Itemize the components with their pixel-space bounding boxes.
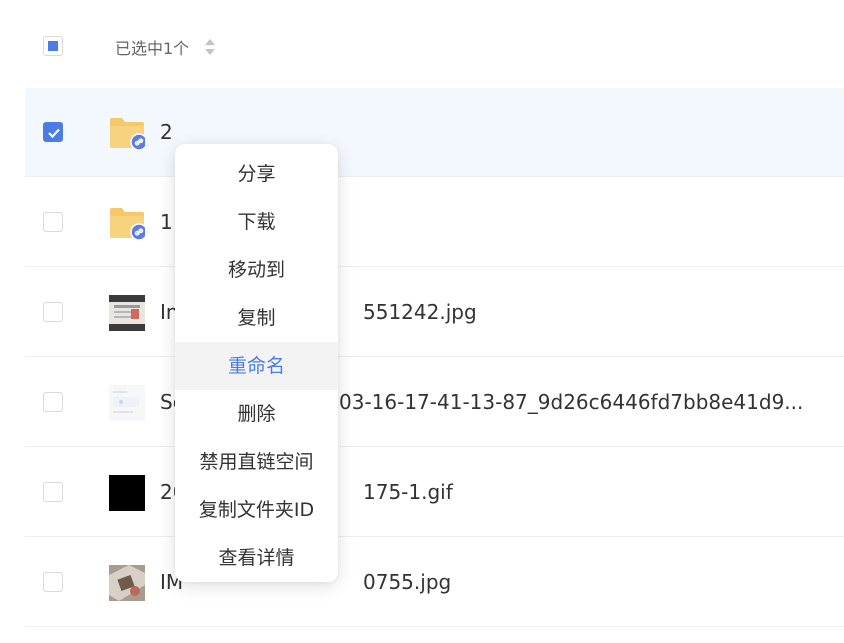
table-row[interactable]: 20 175-1.gif: [25, 448, 844, 537]
menu-item-move-to[interactable]: 移动到: [175, 246, 338, 294]
row-checkbox[interactable]: [43, 122, 63, 142]
file-name[interactable]: 2: [160, 120, 173, 144]
row-checkbox[interactable]: [43, 572, 63, 592]
menu-item-download[interactable]: 下载: [175, 198, 338, 246]
file-name-suffix[interactable]: 0755.jpg: [363, 570, 451, 594]
menu-item-share[interactable]: 分享: [175, 150, 338, 198]
table-row[interactable]: Sc 03-16-17-41-13-87_9d26c6446fd7bb8e41d…: [25, 358, 844, 447]
file-name[interactable]: 1: [160, 210, 173, 234]
image-thumbnail-icon: [109, 295, 145, 331]
context-menu: 分享 下载 移动到 复制 重命名 删除 禁用直链空间 复制文件夹ID 查看详情: [175, 144, 338, 582]
table-row[interactable]: In 551242.jpg: [25, 268, 844, 357]
image-thumbnail-icon: [109, 565, 145, 601]
table-row[interactable]: 2: [25, 88, 844, 177]
menu-item-delete[interactable]: 删除: [175, 390, 338, 438]
folder-link-icon: [110, 208, 145, 241]
row-checkbox[interactable]: [43, 212, 63, 232]
image-thumbnail-icon: [109, 475, 145, 511]
menu-item-copy[interactable]: 复制: [175, 294, 338, 342]
menu-item-view-details[interactable]: 查看详情: [175, 534, 338, 582]
table-row[interactable]: 1: [25, 178, 844, 267]
select-all-checkbox[interactable]: [43, 36, 63, 56]
row-checkbox[interactable]: [43, 302, 63, 322]
file-name-suffix[interactable]: 03-16-17-41-13-87_9d26c6446fd7bb8e41d9..…: [339, 390, 803, 414]
image-thumbnail-icon: [109, 385, 145, 421]
table-header: 已选中1个: [25, 0, 844, 88]
file-name-suffix[interactable]: 551242.jpg: [363, 300, 477, 324]
row-checkbox[interactable]: [43, 482, 63, 502]
selected-count-label: 已选中1个: [115, 39, 190, 58]
menu-item-disable-direct-link[interactable]: 禁用直链空间: [175, 438, 338, 486]
file-name-suffix[interactable]: 175-1.gif: [363, 480, 453, 504]
folder-link-icon: [110, 118, 145, 151]
menu-item-copy-folder-id[interactable]: 复制文件夹ID: [175, 486, 338, 534]
table-row[interactable]: IM 0755.jpg: [25, 538, 844, 627]
sort-icon[interactable]: [205, 37, 215, 57]
menu-item-rename[interactable]: 重命名: [175, 342, 338, 390]
row-checkbox[interactable]: [43, 392, 63, 412]
